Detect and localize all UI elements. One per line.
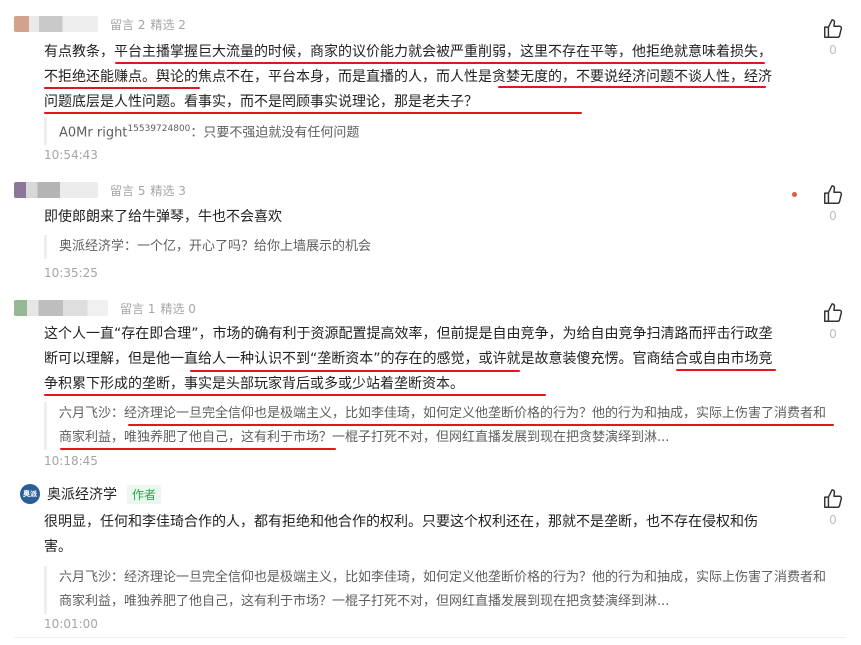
timestamp: 10:01:00 <box>44 617 98 631</box>
like-count: 0 <box>829 209 837 223</box>
thumbs-up-icon <box>824 303 843 322</box>
avatar[interactable] <box>14 300 108 316</box>
comment-text: 这个人一直“存在即合理”，市场的确有利于资源配置提高效率，但前提是自由竞争，为给… <box>44 326 773 392</box>
author-logo[interactable]: 奥派 <box>20 484 40 504</box>
unread-dot <box>792 192 797 197</box>
comment-text: 即使郎朗来了给牛弹琴，牛也不会喜欢 <box>44 209 282 225</box>
thumbs-up-icon <box>824 19 843 38</box>
comment-header: 奥派 奥派经济学 作者 <box>20 482 162 506</box>
reply-text: ：经济理论一旦完全信仰也是极端主义，比如李佳琦，如何定义他垄断价格的行为？他的行… <box>59 570 827 609</box>
reply-quote: A0Mr right15539724800：只要不强迫就没有任何问题 <box>44 117 834 146</box>
like-button[interactable]: 0 <box>818 302 848 341</box>
red-underline <box>115 62 765 64</box>
reply-quote: 六月飞沙：经济理论一旦完全信仰也是极端主义，比如李佳琦，如何定义他垄断价格的行为… <box>44 402 834 450</box>
reply-text: ：一个亿，开心了吗？给你上墙展示的机会 <box>124 239 372 254</box>
like-button[interactable]: 0 <box>818 184 848 223</box>
reply-author-id: 15539724800 <box>127 124 191 134</box>
red-underline <box>44 394 546 396</box>
like-count: 0 <box>829 43 837 57</box>
comment-header: 留言 2 精选 2 <box>14 12 186 36</box>
avatar[interactable] <box>14 16 98 32</box>
comment-text: 有点教条，平台主播掌握巨大流量的时候，商家的议价能力就会被严重削弱，这里不存在平… <box>44 44 772 110</box>
red-underline <box>498 86 766 88</box>
timestamp: 10:54:43 <box>44 148 98 162</box>
comment-header: 留言 1 精选 0 <box>14 296 196 320</box>
red-underline <box>44 112 582 114</box>
red-underline <box>190 370 520 372</box>
timestamp: 10:18:45 <box>44 454 98 468</box>
red-underline <box>128 424 834 426</box>
reply-quote: 六月飞沙：经济理论一旦完全信仰也是极端主义，比如李佳琦，如何定义他垄断价格的行为… <box>44 566 834 614</box>
comment-header: 留言 5 精选 3 <box>14 178 186 202</box>
author-badge: 作者 <box>127 484 162 504</box>
thumbs-up-icon <box>824 489 843 508</box>
reply-author: 奥派经济学 <box>59 239 125 254</box>
timestamp: 10:35:25 <box>44 266 98 280</box>
comment-text: 很明显，任何和李佳琦合作的人，都有拒绝和他合作的权利。只要这个权利还在，那就不是… <box>44 514 758 555</box>
comment-meta: 留言 2 精选 2 <box>110 17 186 32</box>
red-underline <box>60 448 336 450</box>
reply-author: 六月飞沙 <box>59 406 112 421</box>
red-underline <box>676 369 776 371</box>
thumbs-up-icon <box>824 185 843 204</box>
like-button[interactable]: 0 <box>818 18 848 57</box>
author-name[interactable]: 奥派经济学 <box>47 484 117 504</box>
avatar[interactable] <box>14 182 98 198</box>
reply-text: ：只要不强迫就没有任何问题 <box>190 125 360 141</box>
reply-author: A0Mr right <box>59 125 128 141</box>
red-underline <box>44 87 200 89</box>
comment-meta: 留言 5 精选 3 <box>110 183 186 198</box>
like-button[interactable]: 0 <box>818 488 848 527</box>
like-count: 0 <box>829 513 837 527</box>
comment-feed: 留言 2 精选 2 有点教条，平台主播掌握巨大流量的时候，商家的议价能力就会被严重… <box>0 0 861 645</box>
divider <box>14 637 846 638</box>
comment-meta: 留言 1 精选 0 <box>120 301 196 316</box>
reply-quote: 奥派经济学：一个亿，开心了吗？给你上墙展示的机会 <box>44 235 834 259</box>
reply-author: 六月飞沙 <box>59 570 112 585</box>
like-count: 0 <box>829 327 837 341</box>
